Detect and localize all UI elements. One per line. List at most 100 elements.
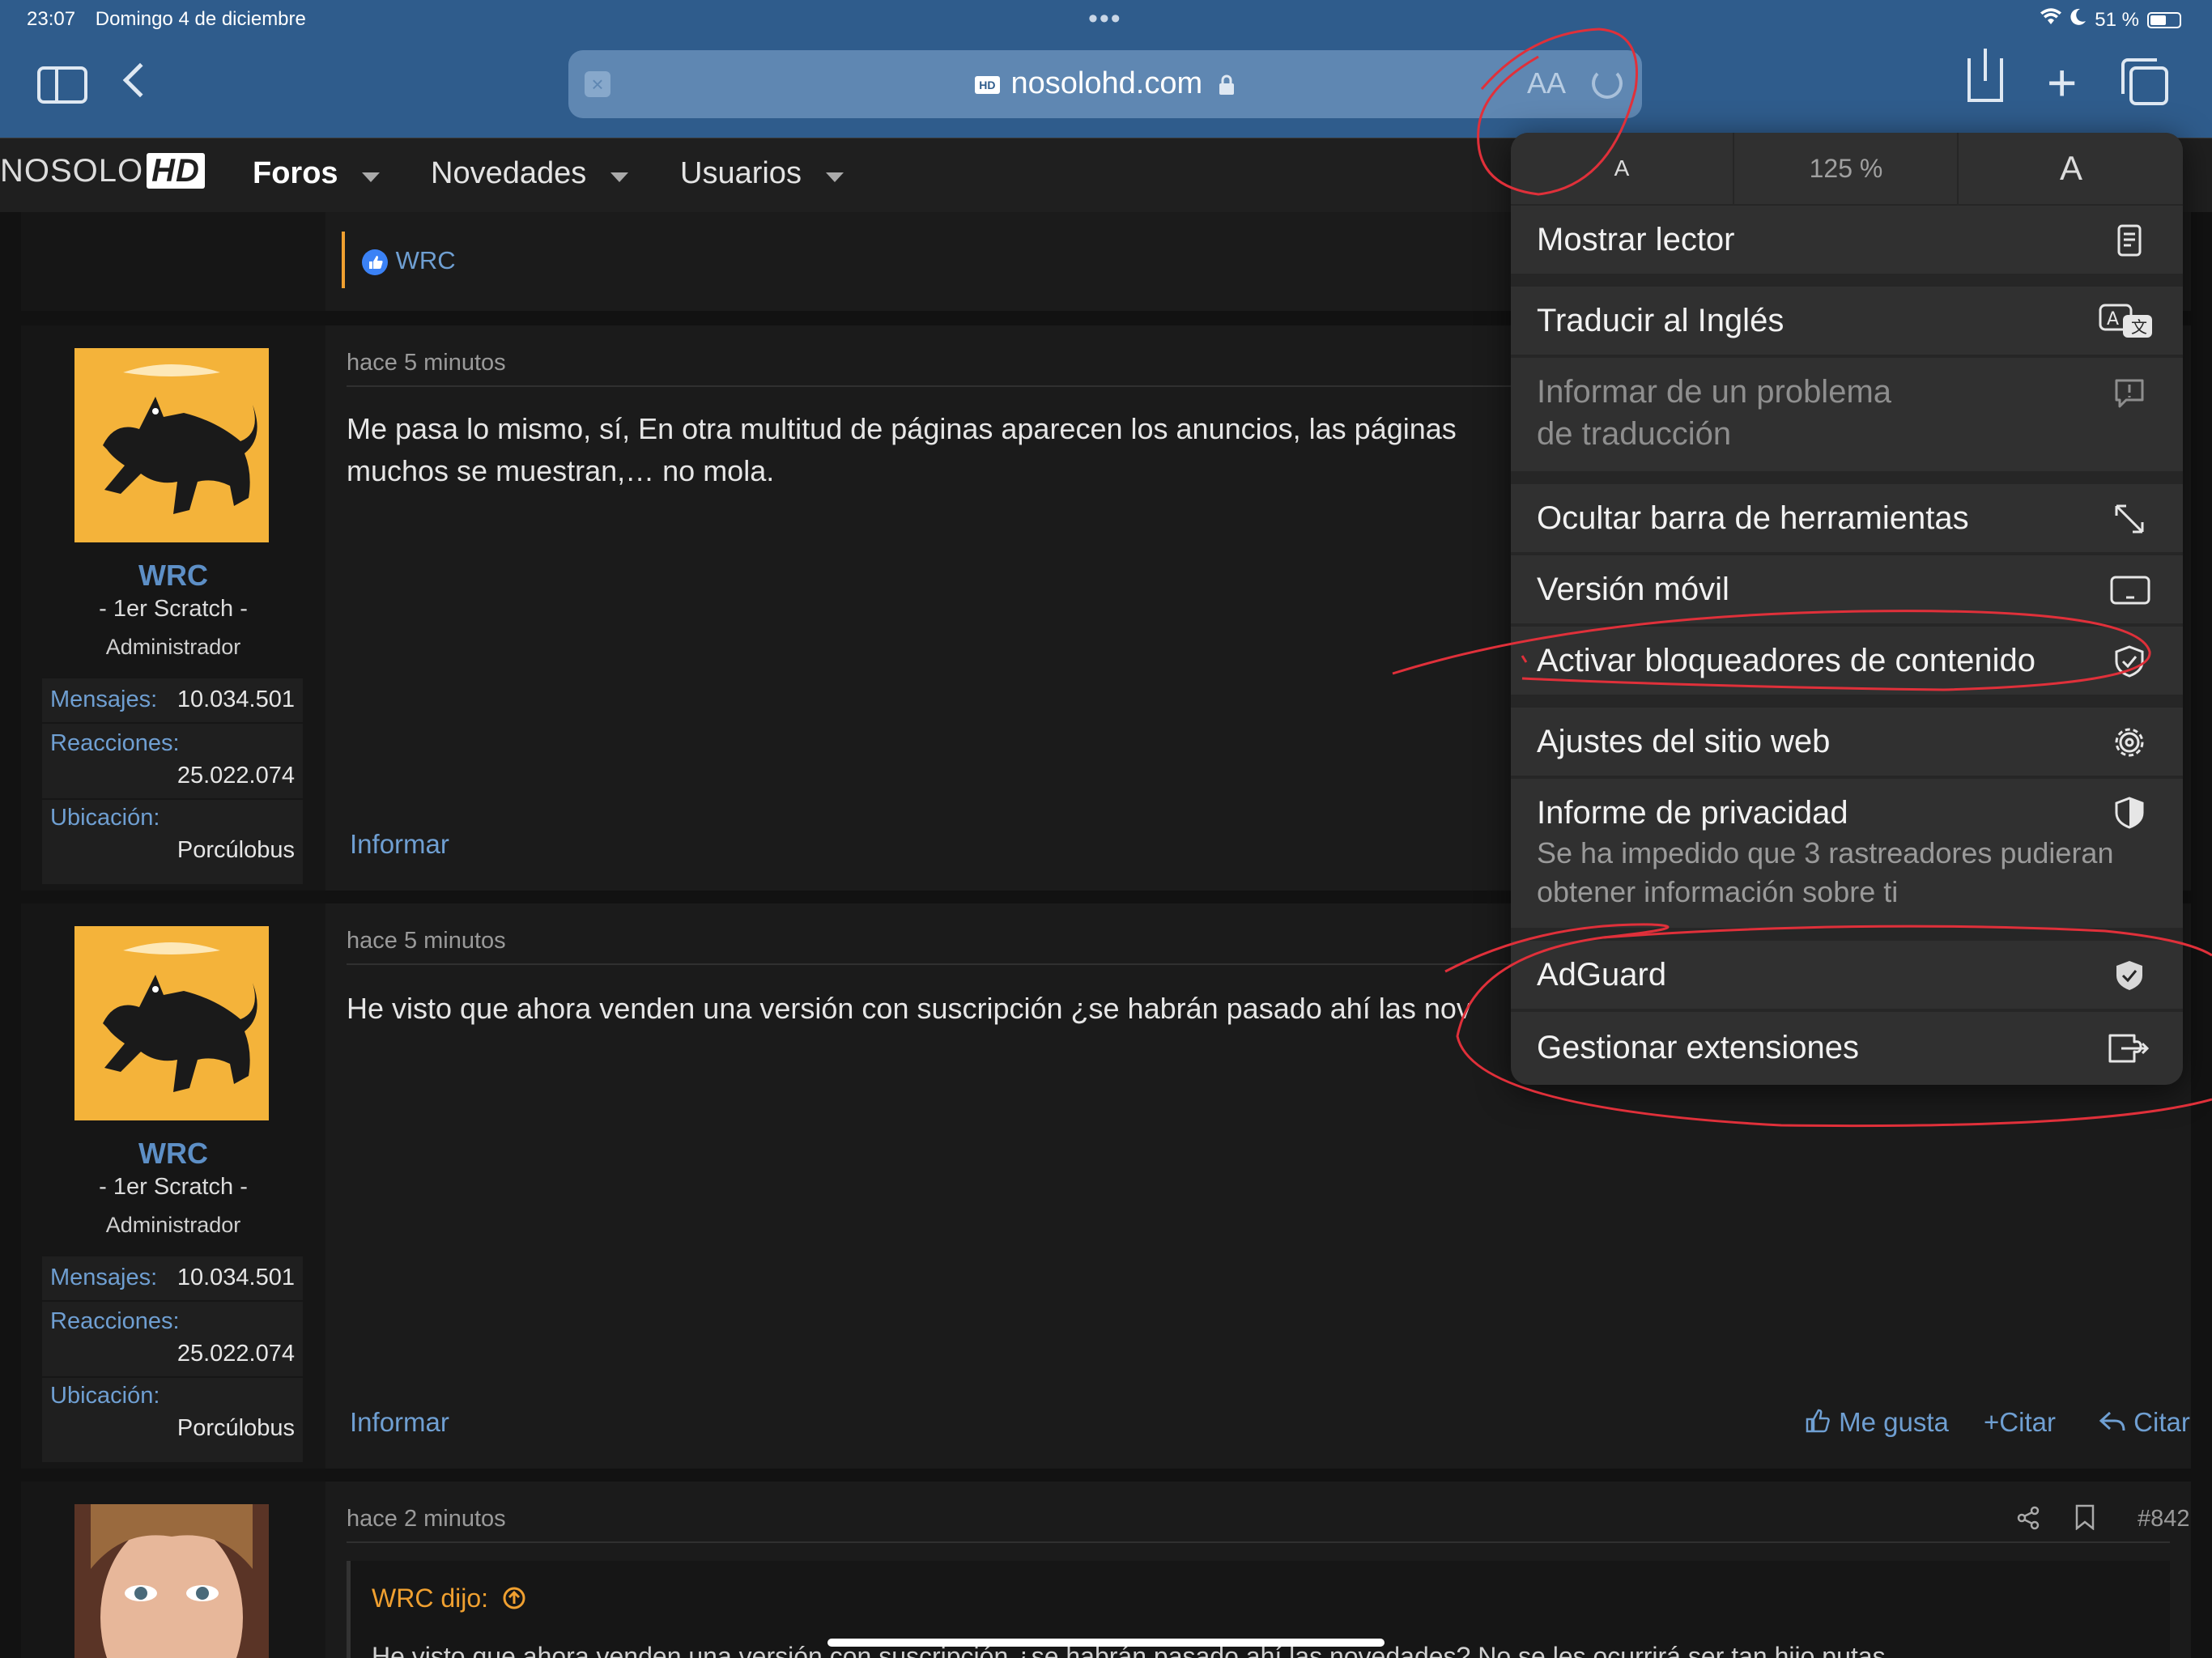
menu-item-hide-toolbar[interactable]: Ocultar barra de herramientas (1511, 484, 2183, 554)
menu-item-translate[interactable]: Traducir al Inglés A文 (1511, 287, 2183, 356)
reaction-bar (342, 232, 345, 288)
reply-quote-button[interactable]: Citar (2099, 1407, 2190, 1438)
address-bar[interactable]: × HD nosolohd.com AA (568, 50, 1642, 118)
portrait-avatar (74, 1504, 269, 1658)
chevron-down-icon[interactable] (826, 172, 844, 182)
stat-label: Ubicación: (50, 805, 160, 831)
report-link[interactable]: Informar (350, 829, 449, 860)
menu-item-adguard[interactable]: AdGuard (1511, 941, 2183, 1010)
username[interactable]: WRC (21, 559, 325, 593)
post-body: hace 2 minutos #842 WRC dijo: He visto q… (325, 1482, 2191, 1658)
svg-text:文: 文 (2131, 317, 2147, 337)
sidebar-toggle-icon[interactable] (37, 66, 87, 104)
user-stats: Mensajes: 10.034.501 Reacciones: 25.022.… (42, 1256, 303, 1462)
url-text: nosolohd.com (1010, 66, 1203, 100)
stat-value: Porcúlobus (177, 837, 295, 863)
share-icon[interactable] (2016, 1506, 2040, 1534)
like-button[interactable]: Me gusta (1804, 1407, 1949, 1438)
menu-item-mobile-version[interactable]: Versión móvil (1511, 555, 2183, 625)
stat-label: Reacciones: (50, 1308, 180, 1334)
stat-value: 10.034.501 (177, 687, 295, 712)
plus-icon: + (1984, 1407, 2000, 1437)
menu-item-website-settings[interactable]: Ajustes del sitio web (1511, 708, 2183, 777)
nav-item-novedades[interactable]: Novedades (431, 156, 586, 191)
stat-value: 25.022.074 (177, 763, 295, 789)
stat-label: Ubicación: (50, 1383, 160, 1409)
battery-percent: 51 % (2095, 8, 2139, 31)
tabs-overview-icon[interactable] (2121, 58, 2168, 105)
post-text-line: Me pasa lo mismo, sí, En otra multitud d… (347, 412, 1457, 445)
stat-label: Reacciones: (50, 730, 180, 756)
go-to-quote-icon (496, 1584, 526, 1613)
wifi-icon (2040, 8, 2062, 32)
post-time[interactable]: hace 2 minutos (347, 1506, 506, 1533)
multi-quote-button[interactable]: +Citar (1984, 1407, 2056, 1438)
menu-item-report-translation-problem[interactable]: Informar de un problema de traducción (1511, 358, 2183, 473)
status-date: Domingo 4 de diciembre (95, 8, 306, 30)
user-title: - 1er Scratch - (99, 596, 248, 622)
report-link[interactable]: Informar (350, 1407, 449, 1438)
quote-author[interactable]: WRC dijo: (372, 1584, 526, 1613)
heraldic-wolf-avatar (74, 348, 269, 542)
stat-value: 10.034.501 (177, 1265, 295, 1290)
menu-item-enable-content-blockers[interactable]: Activar bloqueadores de contenido (1511, 627, 2183, 696)
site-logo[interactable]: NOSOLO HD (0, 153, 205, 189)
status-bar-left: 23:07 Domingo 4 de diciembre (27, 8, 321, 31)
new-tab-plus-icon[interactable]: + (2047, 57, 2077, 108)
menu-item-show-reader[interactable]: Mostrar lector (1511, 206, 2183, 275)
nav-item-usuarios[interactable]: Usuarios (680, 156, 802, 191)
reload-icon[interactable] (1592, 68, 1623, 99)
post-number[interactable]: #842 (2138, 1506, 2190, 1533)
share-icon[interactable] (1967, 49, 2003, 102)
post-time[interactable]: hace 5 minutos (347, 350, 506, 376)
url-display[interactable]: HD nosolohd.com (568, 66, 1642, 101)
adguard-shield-icon (2112, 958, 2147, 993)
multitasking-dots-icon[interactable]: ••• (1088, 3, 1122, 35)
shield-check-icon (2112, 644, 2147, 679)
svg-text:A: A (2107, 309, 2119, 329)
avatar[interactable] (74, 926, 269, 1120)
report-bubble-icon (2112, 376, 2147, 411)
post-sidebar (21, 1482, 325, 1658)
post: hace 2 minutos #842 WRC dijo: He visto q… (21, 1482, 2191, 1658)
post-sidebar: WRC - 1er Scratch - Administrador Mensaj… (21, 903, 325, 1469)
chevron-down-icon[interactable] (362, 172, 380, 182)
nav-item-foros[interactable]: Foros (253, 156, 338, 191)
menu-item-manage-extensions[interactable]: Gestionar extensiones (1511, 1012, 2183, 1085)
zoom-controls: A 125 % A (1511, 133, 2183, 204)
user-role: Administrador (105, 635, 241, 659)
stat-value: 25.022.074 (177, 1341, 295, 1367)
status-time: 23:07 (27, 8, 76, 30)
mobile-version-icon (2110, 572, 2150, 608)
translate-icon: A文 (2099, 304, 2155, 339)
home-indicator[interactable] (827, 1639, 1385, 1647)
bookmark-icon[interactable] (2074, 1504, 2095, 1534)
avatar[interactable] (74, 348, 269, 542)
reaction-summary[interactable]: WRC (361, 246, 456, 276)
user-stats: Mensajes: 10.034.501 Reacciones: 25.022.… (42, 678, 303, 884)
zoom-level[interactable]: 125 % (1735, 133, 1959, 204)
page-menu-popover: A 125 % A Mostrar lector Traducir al Ing… (1511, 133, 2183, 1085)
zoom-out-button[interactable]: A (1511, 133, 1734, 204)
post-text-line: muchos se muestran,… no mola. (347, 454, 775, 487)
gear-icon (2112, 725, 2147, 760)
username[interactable]: WRC (21, 1137, 325, 1171)
stat-label: Mensajes: (50, 687, 158, 712)
user-title: - 1er Scratch - (99, 1174, 248, 1200)
thumbs-up-icon (1804, 1407, 1839, 1437)
page-settings-aa-button[interactable]: AA (1527, 66, 1566, 100)
extensions-icon (2107, 1031, 2150, 1066)
user-role: Administrador (105, 1213, 241, 1237)
back-chevron-icon[interactable] (122, 62, 158, 98)
avatar[interactable] (74, 1504, 269, 1658)
chevron-down-icon[interactable] (610, 172, 628, 182)
reader-icon (2112, 223, 2147, 258)
lock-icon (1211, 66, 1236, 100)
safari-toolbar: 23:07 Domingo 4 de diciembre ••• 51 % × … (0, 0, 2212, 138)
menu-item-privacy-report[interactable]: Informe de privacidad Se ha impedido que… (1511, 779, 2183, 929)
stat-label: Mensajes: (50, 1265, 158, 1290)
post-text-line: He visto que ahora venden una versión co… (347, 992, 1471, 1025)
reply-arrow-icon (2099, 1407, 2133, 1437)
post-time[interactable]: hace 5 minutos (347, 928, 506, 954)
zoom-in-button[interactable]: A (1959, 133, 2183, 204)
